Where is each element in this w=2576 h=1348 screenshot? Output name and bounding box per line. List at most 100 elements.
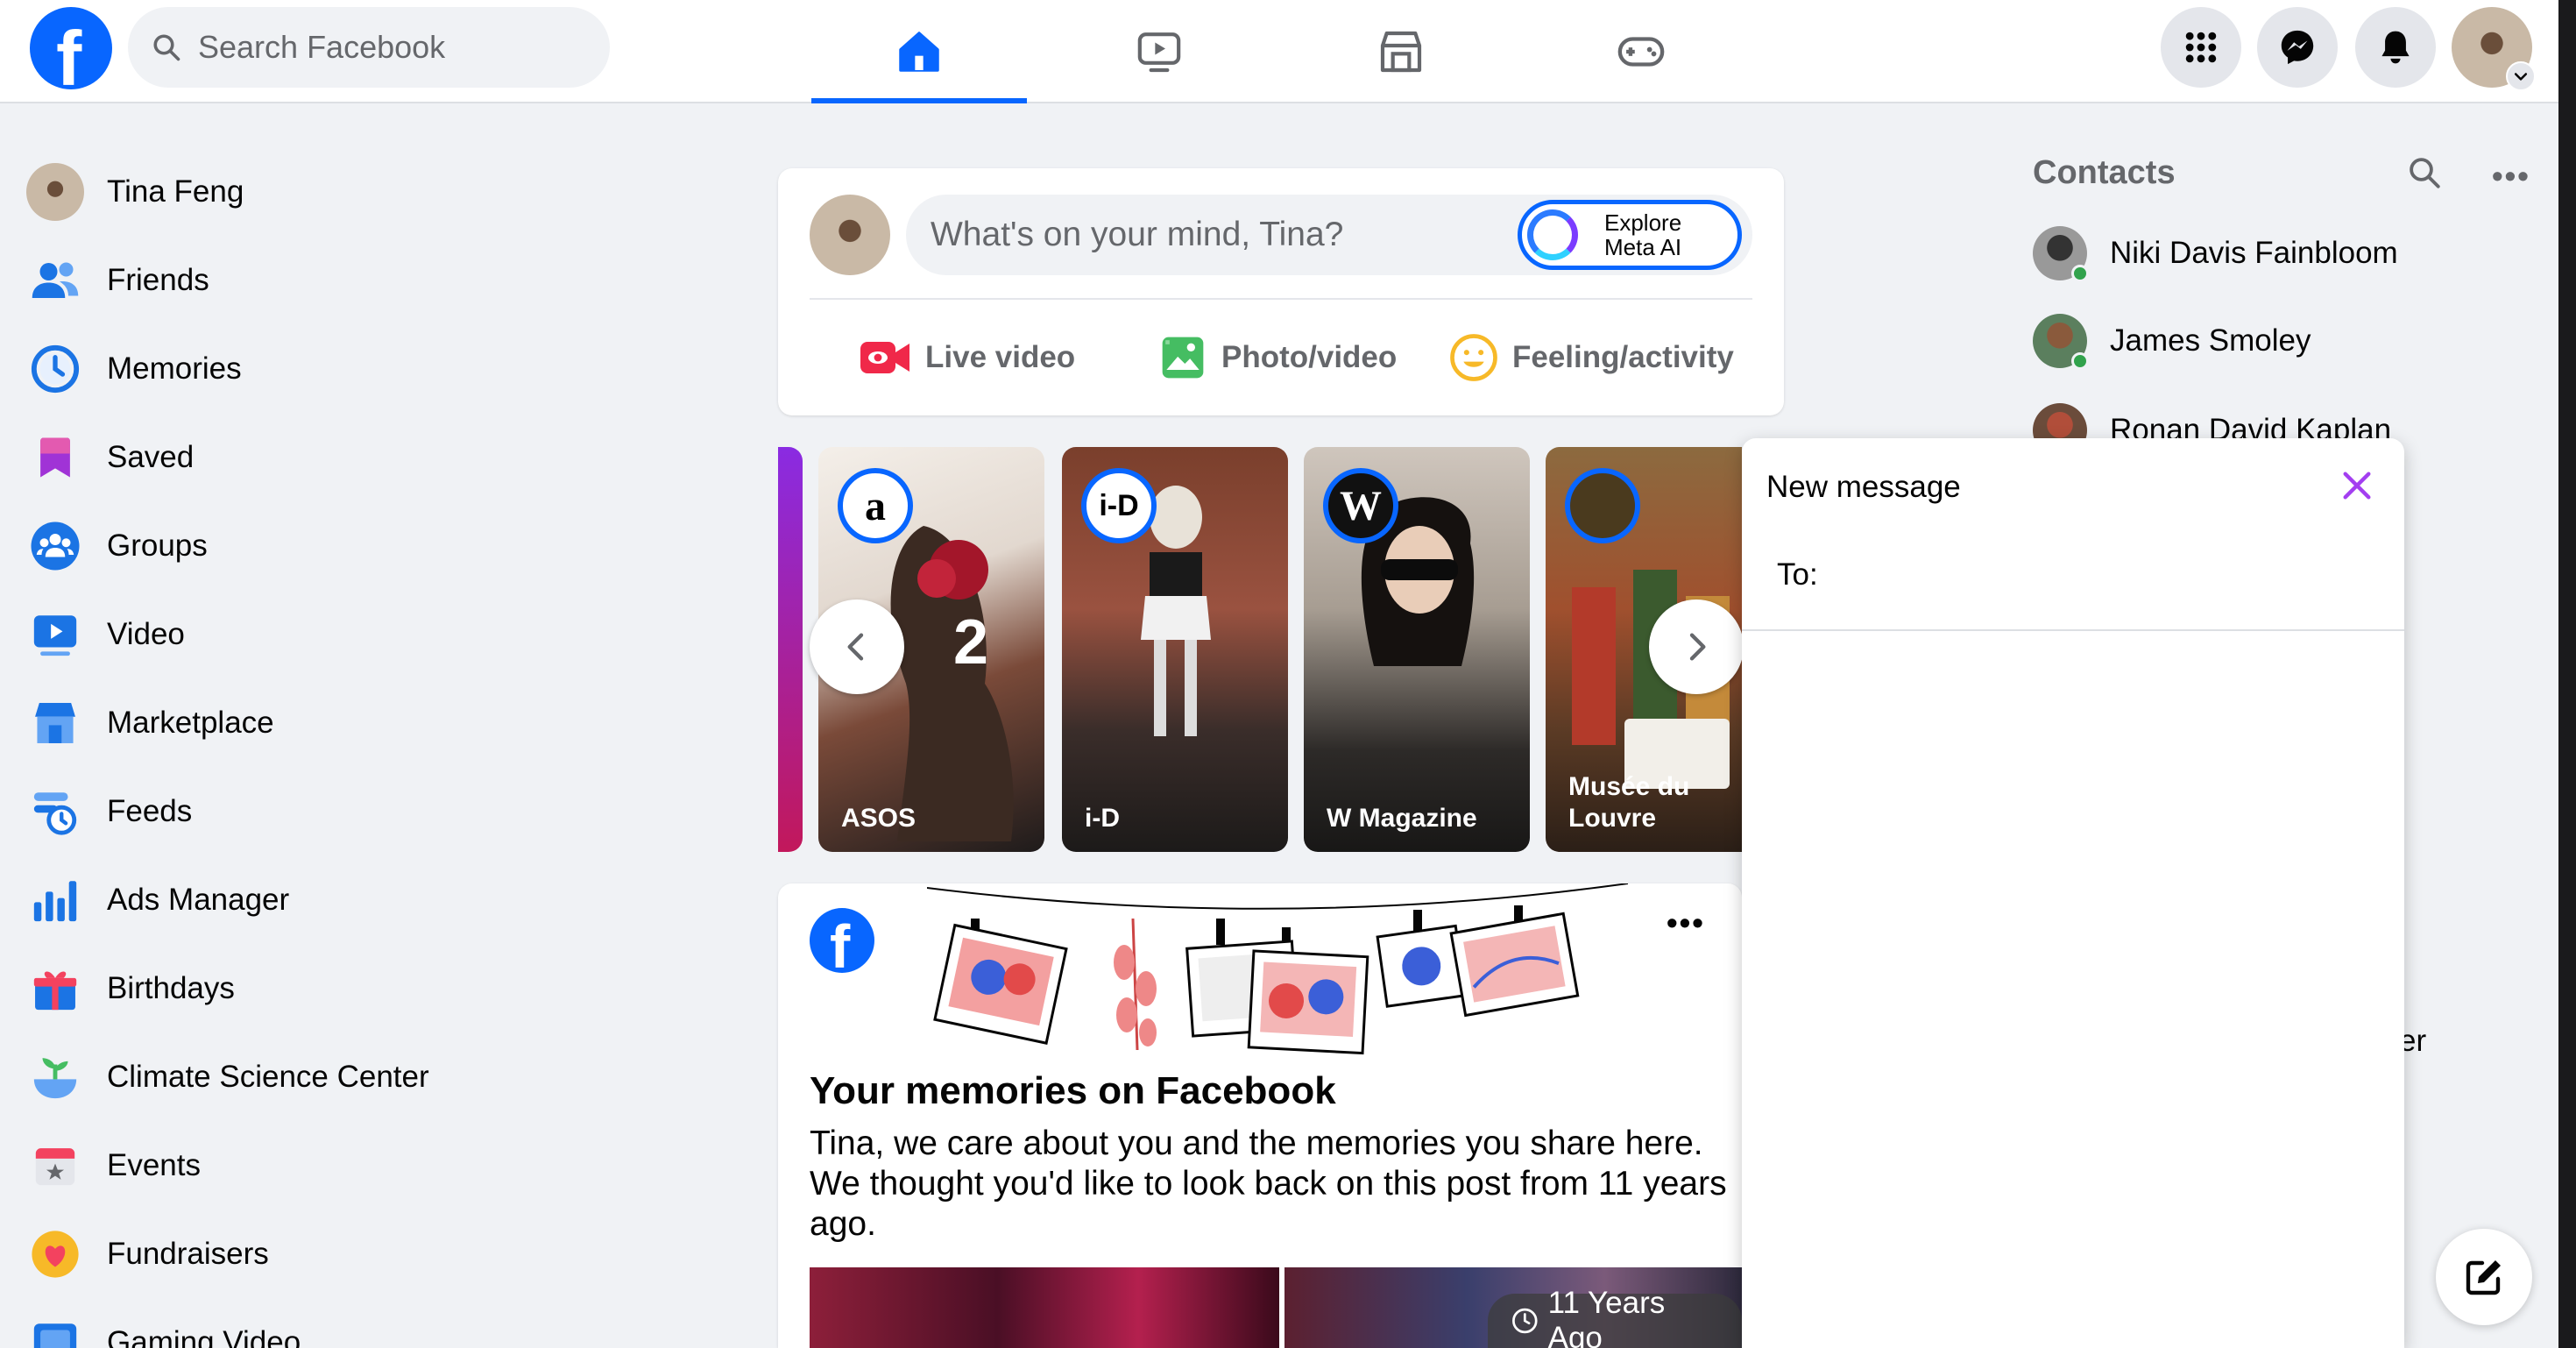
live-video-icon [860,342,909,373]
stories-prev-button[interactable] [810,600,904,694]
search-icon [153,34,180,61]
years-ago-badge: 11 Years Ago [1488,1286,1742,1348]
window-edge [2558,0,2576,1348]
sidebar-item-label: Video [107,616,185,651]
story-badge: i-D [1081,468,1157,543]
bell-icon [2381,31,2410,64]
new-message-panel: New message To: [1742,438,2404,1348]
feeling-activity-button[interactable]: Feeling/activity [1449,323,1734,393]
story-card-partial[interactable] [778,447,803,852]
tab-video[interactable] [1051,0,1267,103]
tab-marketplace[interactable] [1293,0,1509,103]
composer-input[interactable]: What's on your mind, Tina? Explore Meta … [906,195,1752,275]
story-badge: W [1323,468,1398,543]
composer-avatar[interactable] [810,195,890,275]
grid-menu-icon [2185,32,2217,63]
saved-icon [26,429,84,486]
sidebar-item-label: Friends [107,262,209,297]
story-card[interactable]: W W Magazine [1304,447,1530,852]
memories-illustration [927,883,1628,1055]
climate-icon [26,1048,84,1106]
notifications-button[interactable] [2355,7,2436,88]
sidebar-item-label: Saved [107,439,195,474]
post-body: Tina, we care about you and the memories… [810,1125,1727,1243]
facebook-post-logo: f [810,908,874,981]
sidebar-item-ads-manager[interactable]: Ads Manager [26,855,517,944]
story-card[interactable]: i-D i-D [1062,447,1288,852]
sidebar-item-video[interactable]: Video [26,590,517,678]
sidebar-item-fundraisers[interactable]: Fundraisers [26,1210,517,1298]
composer-placeholder: What's on your mind, Tina? [931,216,1344,253]
sidebar-item-profile[interactable]: Tina Feng [26,147,517,236]
contacts-more-button[interactable]: ••• [2492,158,2530,195]
online-indicator [2071,352,2089,370]
logo-letter: f [830,912,851,981]
gaming-tab-icon [1617,37,1665,67]
events-icon [26,1137,84,1195]
tab-home[interactable] [811,0,1027,103]
live-video-label: Live video [925,340,1076,374]
groups-icon [26,517,84,575]
contacts-search-button[interactable] [2406,154,2443,195]
story-badge: a [838,468,913,543]
years-ago-label: 11 Years Ago [1547,1286,1666,1348]
facebook-logo[interactable]: f [30,7,112,102]
tab-gaming[interactable] [1533,0,1749,103]
new-message-title: New message [1766,470,1961,504]
sidebar-item-gaming-video[interactable]: Gaming Video [26,1298,517,1348]
photo-video-button[interactable]: Photo/video [1158,323,1397,393]
sidebar-item-label: Birthdays [107,970,235,1005]
marketplace-tab-icon [1380,31,1422,73]
sidebar-item-groups[interactable]: Groups [26,501,517,590]
sidebar-item-label: Ads Manager [107,882,290,917]
sidebar-item-birthdays[interactable]: Birthdays [26,944,517,1032]
stories-next-button[interactable] [1649,600,1742,694]
user-avatar [26,162,84,221]
chevron-left-icon [847,633,864,661]
story-badge-text: a [865,482,886,529]
left-sidebar: Tina Feng Friends Memories Saved Groups … [26,147,517,1348]
memory-photo[interactable] [810,1267,1279,1348]
post-more-button[interactable]: ••• [1667,905,1705,941]
sidebar-item-marketplace[interactable]: Marketplace [26,678,517,767]
close-button[interactable] [2334,463,2380,508]
contact-item[interactable]: Niki Davis Fainbloom [2033,223,2398,284]
sidebar-item-label: Climate Science Center [107,1059,429,1094]
explore-meta-ai-button[interactable]: Explore Meta AI [1518,200,1742,270]
sidebar-item-label: Events [107,1147,201,1182]
marketplace-icon [26,694,84,752]
sidebar-item-label: Gaming Video [107,1324,301,1348]
gaming-video-icon [26,1314,84,1348]
sidebar-item-climate[interactable]: Climate Science Center [26,1032,517,1121]
sidebar-item-memories[interactable]: Memories [26,324,517,413]
fundraisers-icon [26,1225,84,1283]
to-label: To: [1777,557,1818,592]
story-number: 2 [953,607,989,678]
live-video-button[interactable]: Live video [859,323,1075,393]
sidebar-item-label: Fundraisers [107,1236,269,1271]
sidebar-item-saved[interactable]: Saved [26,413,517,501]
search-input[interactable] [198,29,566,66]
memories-icon [26,340,84,398]
sidebar-item-feeds[interactable]: Feeds [26,767,517,855]
recipient-input[interactable] [1829,549,2373,598]
search-box[interactable] [128,7,610,88]
new-message-button[interactable] [2436,1229,2532,1325]
sidebar-item-friends[interactable]: Friends [26,236,517,324]
avatar [2033,314,2089,370]
chevron-down-icon[interactable] [2506,61,2536,91]
contact-item[interactable]: James Smoley [2033,310,2311,372]
divider [810,298,1752,300]
sidebar-item-events[interactable]: Events [26,1121,517,1210]
story-name: W Magazine [1327,804,1477,833]
logo-letter: f [56,15,82,102]
story-badge-text: i-D [1099,488,1139,522]
menu-button[interactable] [2161,7,2241,88]
video-icon [26,606,84,663]
messenger-button[interactable] [2257,7,2338,88]
clock-icon [1512,1308,1538,1334]
smiley-icon [1450,334,1497,381]
post-composer: What's on your mind, Tina? Explore Meta … [778,168,1784,415]
sidebar-item-label: Tina Feng [107,174,244,209]
friends-icon [26,252,84,309]
